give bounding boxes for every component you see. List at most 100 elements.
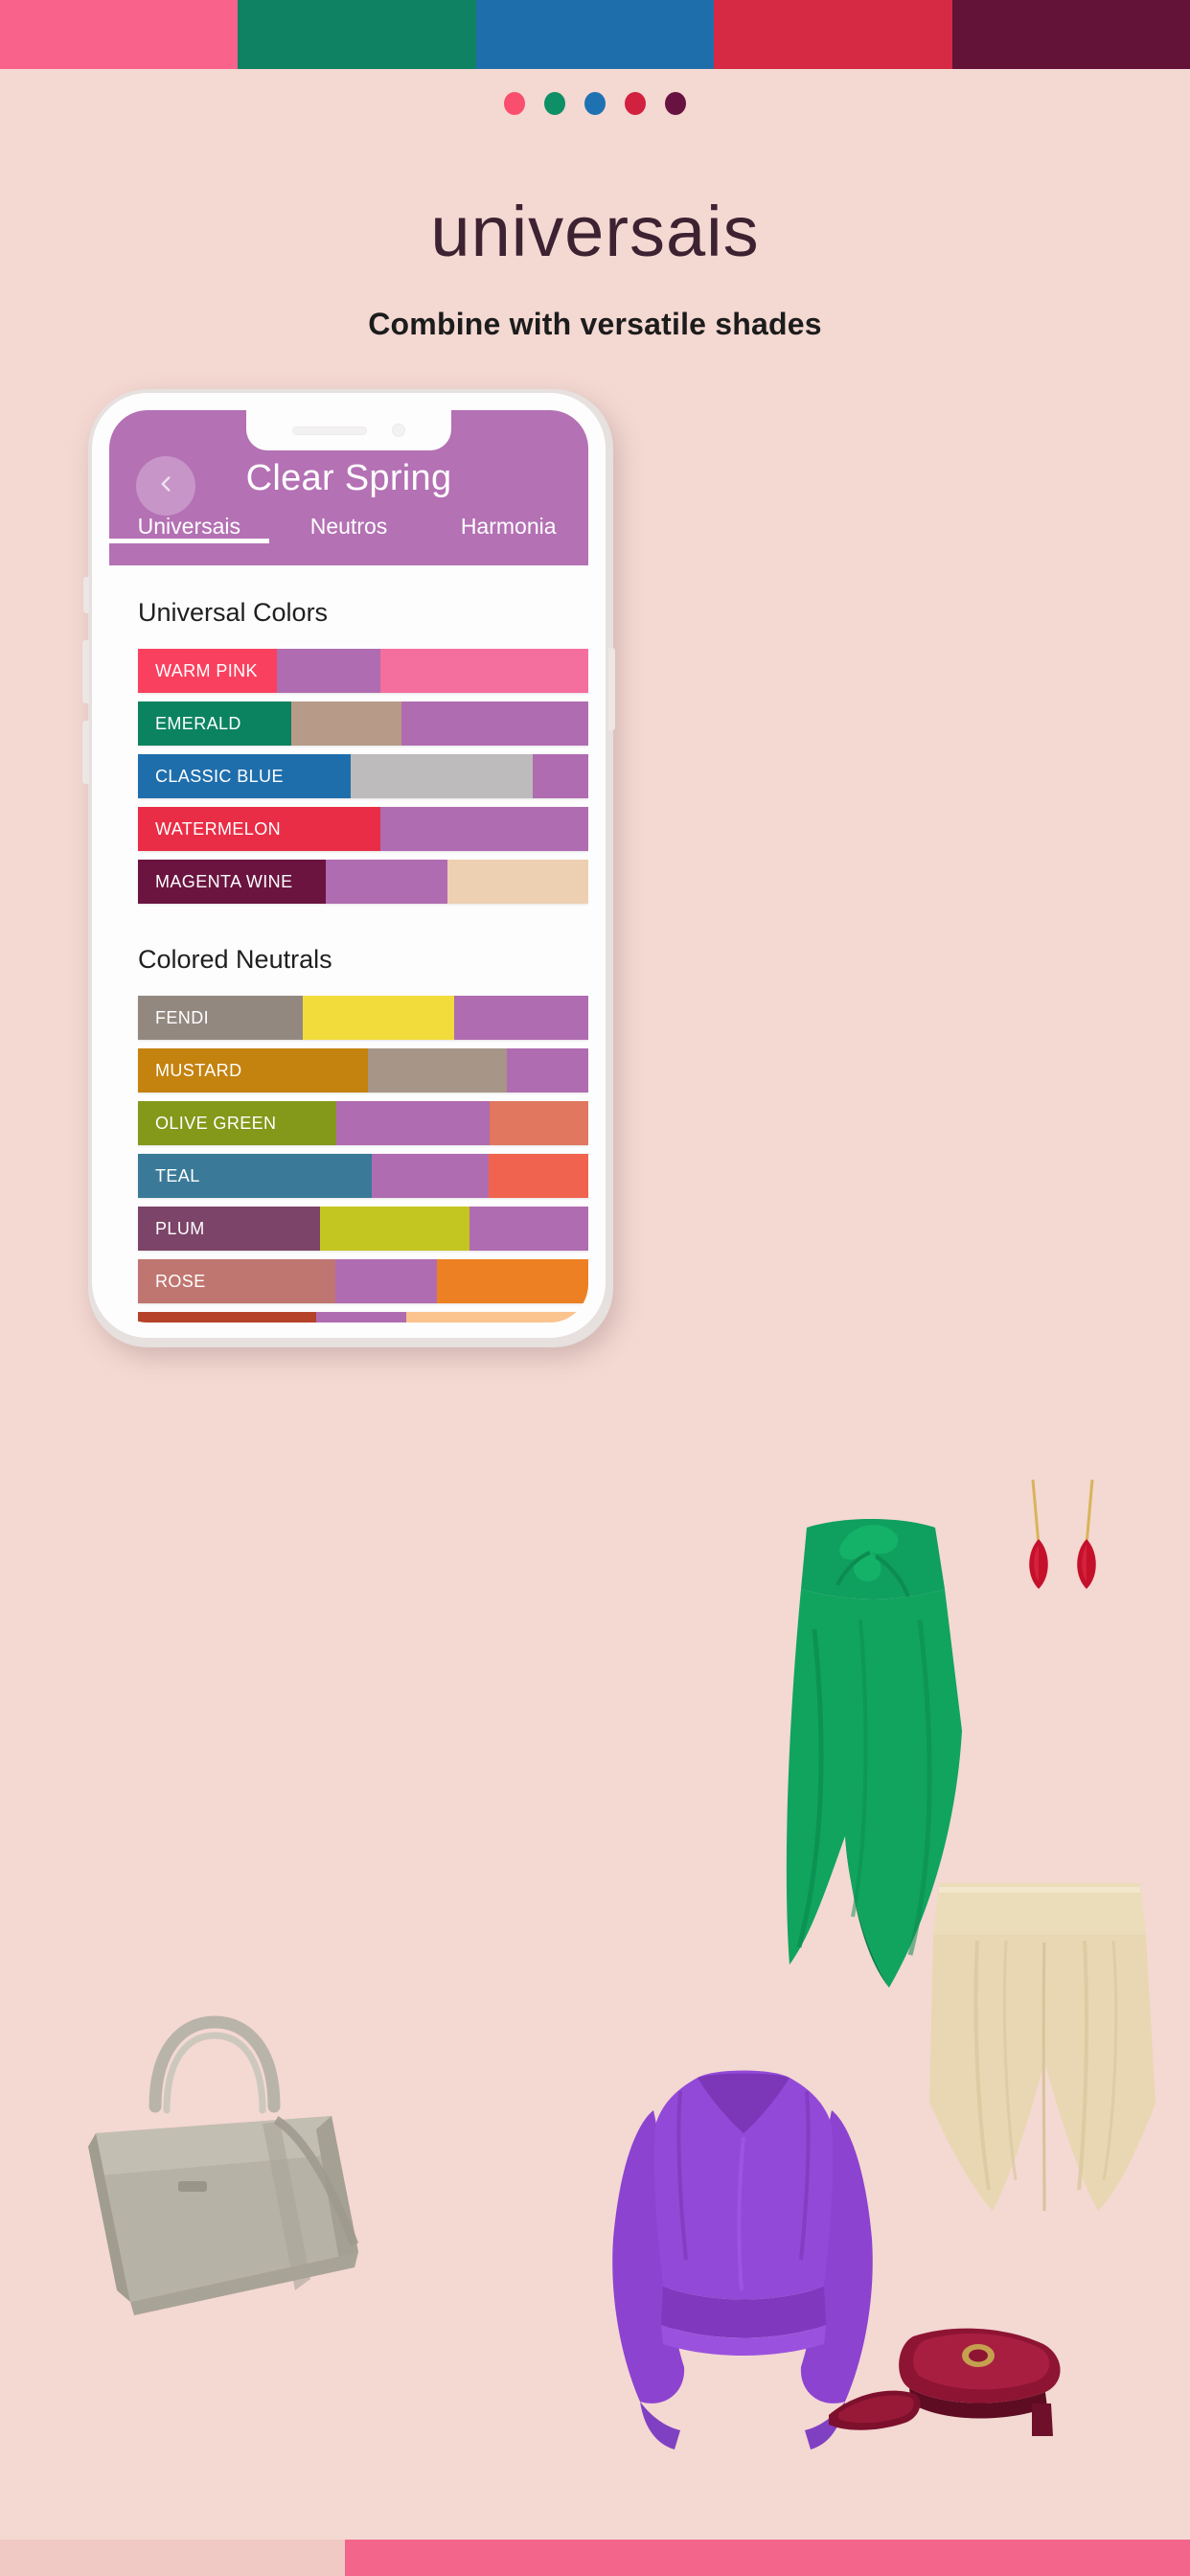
color-row[interactable]: PLUM	[138, 1207, 588, 1251]
dot-warm-pink	[504, 92, 525, 115]
color-row-label: MUSTARD	[155, 1060, 242, 1080]
earpiece-speaker-icon	[292, 426, 367, 435]
color-row-primary-swatch: OLIVE GREEN	[138, 1101, 336, 1145]
color-row-pairing-swatch	[447, 860, 588, 904]
color-row-label: PLUM	[155, 1218, 205, 1238]
tab-harmonia-label: Harmonia	[460, 514, 557, 539]
color-row-label: WATERMELON	[155, 818, 282, 839]
phone-mute-switch	[83, 577, 89, 613]
tab-bar: Universais Neutros Harmonia	[109, 512, 588, 565]
front-camera-icon	[392, 424, 405, 437]
color-row-label: CLASSIC BLUE	[155, 766, 284, 786]
color-row-label: MAGENTA WINE	[155, 871, 293, 891]
dot-magenta-wine	[665, 92, 686, 115]
color-row[interactable]: MAGENTA WINE	[138, 860, 588, 904]
color-row-pairing-swatch	[336, 1101, 490, 1145]
color-row-primary-swatch: MUSTARD	[138, 1048, 368, 1092]
color-row-primary-swatch: EMERALD	[138, 702, 291, 746]
color-row-primary-swatch: TERRACOTTA	[138, 1312, 316, 1322]
color-row-pairing-swatch	[406, 1312, 588, 1322]
bottom-hot-pink	[345, 2540, 1190, 2576]
top-color-strip	[0, 0, 1190, 69]
color-row-pairing-swatch	[380, 807, 588, 851]
color-row-pairing-swatch	[469, 1207, 588, 1251]
color-row-pairing-swatch	[316, 1312, 406, 1322]
color-row[interactable]: CLASSIC BLUE	[138, 754, 588, 798]
top-strip-warm-pink	[0, 0, 239, 69]
color-row-label: EMERALD	[155, 713, 241, 733]
color-row[interactable]: TERRACOTTA	[138, 1312, 588, 1322]
top-strip-classic-blue	[475, 0, 715, 69]
color-row-label: OLIVE GREEN	[155, 1113, 277, 1133]
color-row-pairing-swatch	[277, 649, 380, 693]
color-row-label: FENDI	[155, 1007, 209, 1027]
color-row-primary-swatch: WATERMELON	[138, 807, 380, 851]
page-subtitle: Combine with versatile shades	[368, 307, 822, 341]
color-row[interactable]: TEAL	[138, 1154, 588, 1198]
dot-watermelon	[625, 92, 646, 115]
color-row-pairing-swatch	[401, 702, 588, 746]
color-row-primary-swatch: ROSE	[138, 1259, 335, 1303]
top-strip-magenta-wine	[951, 0, 1190, 69]
page-title: universais	[430, 192, 760, 271]
color-row[interactable]: WARM PINK	[138, 649, 588, 693]
color-row-pairing-swatch	[320, 1207, 469, 1251]
color-row-pairing-swatch	[303, 996, 454, 1040]
color-row-pairing-swatch	[490, 1101, 588, 1145]
color-row[interactable]: OLIVE GREEN	[138, 1101, 588, 1145]
color-row-primary-swatch: CLASSIC BLUE	[138, 754, 351, 798]
tab-neutros-label: Neutros	[309, 514, 388, 539]
color-row-pairing-swatch	[380, 649, 588, 693]
color-row-label: WARM PINK	[155, 660, 258, 680]
color-row-primary-swatch: MAGENTA WINE	[138, 860, 326, 904]
color-row[interactable]: WATERMELON	[138, 807, 588, 851]
color-row-primary-swatch: PLUM	[138, 1207, 320, 1251]
dot-classic-blue	[584, 92, 606, 115]
color-row[interactable]: ROSE	[138, 1259, 588, 1303]
tab-neutros[interactable]: Neutros	[269, 512, 429, 540]
color-row-pairing-swatch	[335, 1259, 437, 1303]
color-row-pairing-swatch	[489, 1154, 588, 1198]
bottom-pale-pink	[0, 2540, 346, 2576]
color-row-pairing-swatch	[437, 1259, 588, 1303]
section-title-colored-neutrals: Colored Neutrals	[138, 945, 332, 974]
color-row-pairing-swatch	[368, 1048, 507, 1092]
phone-notch	[246, 410, 451, 450]
phone-screen: Clear Spring Universais Neutros Harmonia…	[109, 410, 588, 1322]
color-row-primary-swatch: WARM PINK	[138, 649, 277, 693]
color-row-label: ROSE	[155, 1271, 206, 1291]
color-row-primary-swatch: TEAL	[138, 1154, 372, 1198]
burgundy-flats-image	[829, 2328, 1061, 2436]
color-row-pairing-swatch	[291, 702, 401, 746]
color-row-pairing-swatch	[372, 1154, 489, 1198]
top-strip-watermelon	[714, 0, 952, 69]
color-row-pairing-swatch	[507, 1048, 588, 1092]
app-body: Universal Colors WARM PINK EMERALD CLASSIC…	[109, 565, 588, 1322]
top-strip-emerald	[238, 0, 476, 69]
phone-power-button	[608, 648, 615, 730]
colored-neutrals-list: FENDI MUSTARD OLIVE GREEN TEAL PLUM ROSE TERRA…	[109, 975, 588, 1322]
phone-volume-down-button	[82, 721, 89, 784]
color-row[interactable]: FENDI	[138, 996, 588, 1040]
color-row-pairing-swatch	[351, 754, 533, 798]
color-row-label: TEAL	[155, 1165, 200, 1185]
color-row-pairing-swatch	[454, 996, 588, 1040]
brand-dots	[0, 92, 1190, 115]
grey-handbag-image	[88, 2015, 359, 2315]
tab-universais[interactable]: Universais	[109, 512, 269, 543]
color-row[interactable]: EMERALD	[138, 702, 588, 746]
earrings-image	[1029, 1479, 1096, 1589]
app-page-title: Clear Spring	[245, 458, 452, 498]
color-row-pairing-swatch	[533, 754, 588, 798]
tab-universais-label: Universais	[137, 514, 241, 539]
tab-harmonia[interactable]: Harmonia	[428, 512, 588, 540]
phone-mockup: Clear Spring Universais Neutros Harmonia…	[82, 389, 615, 1347]
color-row-primary-swatch: FENDI	[138, 996, 303, 1040]
universal-colors-list: WARM PINK EMERALD CLASSIC BLUE WATERMELON MA…	[109, 628, 588, 904]
bottom-color-strip	[0, 2540, 1190, 2576]
beige-shorts-image	[929, 1883, 1156, 2212]
phone-volume-up-button	[82, 640, 89, 703]
color-row[interactable]: MUSTARD	[138, 1048, 588, 1092]
dot-emerald	[544, 92, 565, 115]
color-row-pairing-swatch	[326, 860, 447, 904]
